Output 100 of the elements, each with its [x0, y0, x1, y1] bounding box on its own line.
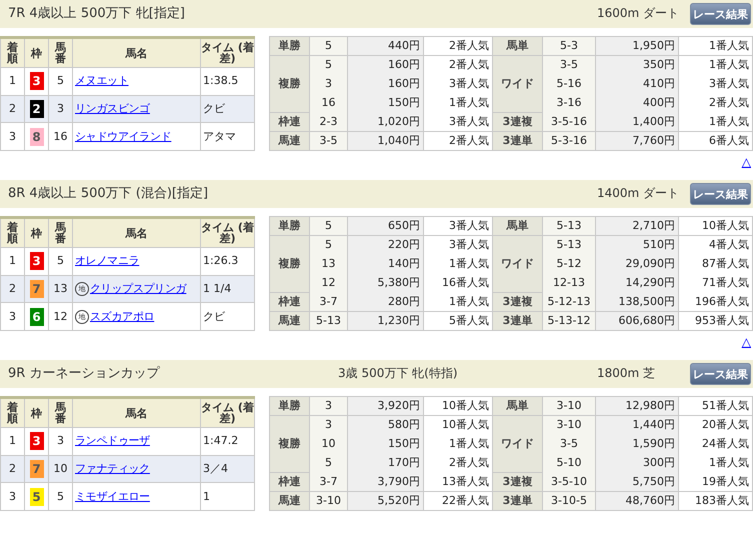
- popularity: 10番人気: [678, 216, 752, 236]
- popularity: 10番人気: [424, 396, 492, 416]
- bracket-number: 3: [30, 252, 44, 270]
- bet-type: 3連複: [492, 292, 542, 312]
- horse-number: 13: [54, 282, 68, 295]
- bet-type: 単勝: [270, 216, 310, 236]
- finish-time: 1 1/4: [203, 282, 232, 295]
- popularity: 196番人気: [678, 292, 752, 312]
- finish-place: 3: [9, 130, 16, 143]
- finish-time: アタマ: [203, 130, 236, 143]
- back-to-top-link[interactable]: △: [742, 154, 751, 170]
- bracket-number: 8: [30, 128, 44, 146]
- bet-type: 3連単: [492, 312, 542, 330]
- combination: 5: [310, 216, 348, 236]
- payout-amount: 138,500円: [596, 292, 678, 312]
- popularity: 5番人気: [424, 312, 492, 330]
- combination: 3-10: [310, 492, 348, 510]
- combination: 5-10: [542, 454, 596, 472]
- popularity: 2番人気: [424, 454, 492, 472]
- bet-type: 馬連: [270, 312, 310, 330]
- bracket-number: 6: [30, 308, 44, 326]
- popularity: 3番人気: [424, 216, 492, 236]
- race-result-button[interactable]: レース結果: [690, 363, 751, 385]
- combination: 16: [310, 94, 348, 112]
- popularity: 71番人気: [678, 274, 752, 292]
- horse-name-link[interactable]: クリップスプリンガ: [90, 282, 186, 295]
- horse-name-link[interactable]: スズカアポロ: [90, 310, 154, 323]
- payout-amount: 1,040円: [348, 132, 424, 150]
- combination: 5-3-16: [542, 132, 596, 150]
- payout-amount: 160円: [348, 56, 424, 74]
- payout-amount: 300円: [596, 454, 678, 472]
- bracket-number: 3: [30, 72, 44, 90]
- bet-type: 馬単: [492, 396, 542, 416]
- popularity: 1番人気: [424, 434, 492, 454]
- bet-type: 単勝: [270, 396, 310, 416]
- race-course: 1600m ダート: [597, 7, 680, 21]
- combination: 5-13: [310, 312, 348, 330]
- finish-place: 2: [9, 102, 16, 115]
- back-to-top-link[interactable]: △: [742, 334, 751, 350]
- payout-amount: 12,980円: [596, 396, 678, 416]
- combination: 3: [310, 396, 348, 416]
- payout-amount: 1,590円: [596, 434, 678, 454]
- bet-type: 3連複: [492, 472, 542, 492]
- race-title: 9R カーネーションカップ: [8, 366, 161, 382]
- finish-place: 1: [9, 254, 16, 268]
- bet-type: 複勝: [270, 236, 310, 292]
- column-header: 着順: [7, 402, 18, 424]
- bracket-number: 7: [30, 280, 44, 298]
- bracket-number: 2: [30, 100, 44, 118]
- column-header: タイム (着差): [201, 42, 254, 64]
- horse-number: 10: [54, 462, 68, 475]
- combination: 3-10: [542, 416, 596, 434]
- bracket-number: 3: [30, 432, 44, 450]
- column-header: 馬番: [55, 222, 66, 244]
- bet-type: ワイド: [492, 56, 542, 112]
- combination: 3-16: [542, 94, 596, 112]
- combination: 5: [310, 56, 348, 74]
- bracket-number: 5: [30, 488, 44, 506]
- horse-number: 16: [54, 130, 68, 143]
- bet-type: 馬単: [492, 216, 542, 236]
- payout-amount: 350円: [596, 56, 678, 74]
- popularity: 22番人気: [424, 492, 492, 510]
- payout-amount: 510円: [596, 236, 678, 254]
- column-header: 着順: [7, 222, 18, 244]
- horse-number: 5: [57, 490, 64, 503]
- combination: 5: [310, 36, 348, 56]
- popularity: 3番人気: [424, 236, 492, 254]
- popularity: 1番人気: [678, 36, 752, 56]
- payout-amount: 580円: [348, 416, 424, 434]
- finish-place: 2: [9, 462, 16, 475]
- popularity: 19番人気: [678, 472, 752, 492]
- popularity: 4番人気: [678, 236, 752, 254]
- bet-type: 馬単: [492, 36, 542, 56]
- payout-amount: 400円: [596, 94, 678, 112]
- combination: 3-7: [310, 292, 348, 312]
- payout-amount: 150円: [348, 94, 424, 112]
- race-result-button[interactable]: レース結果: [690, 3, 751, 25]
- race-conditions: 3歳 500万下 牝(特指): [337, 366, 458, 380]
- popularity: 20番人気: [678, 416, 752, 434]
- column-header: 枠: [31, 408, 42, 418]
- payout-amount: 1,440円: [596, 416, 678, 434]
- combination: 5-12-13: [542, 292, 596, 312]
- popularity: 1番人気: [424, 292, 492, 312]
- payout-amount: 140円: [348, 254, 424, 274]
- popularity: 3番人気: [678, 74, 752, 94]
- race-result-button[interactable]: レース結果: [690, 183, 751, 205]
- payout-amount: 410円: [596, 74, 678, 94]
- payout-amount: 5,750円: [596, 472, 678, 492]
- payout-amount: 160円: [348, 74, 424, 94]
- combination: 5-16: [542, 74, 596, 94]
- horse-number: 5: [57, 254, 64, 268]
- finish-time: クビ: [203, 310, 225, 323]
- payout-amount: 5,380円: [348, 274, 424, 292]
- payout-amount: 220円: [348, 236, 424, 254]
- horse-number: 3: [57, 434, 64, 448]
- payout-amount: 1,400円: [596, 112, 678, 132]
- combination: 13: [310, 254, 348, 274]
- payout-amount: 7,760円: [596, 132, 678, 150]
- finish-place: 1: [9, 434, 16, 448]
- popularity: 3番人気: [424, 74, 492, 94]
